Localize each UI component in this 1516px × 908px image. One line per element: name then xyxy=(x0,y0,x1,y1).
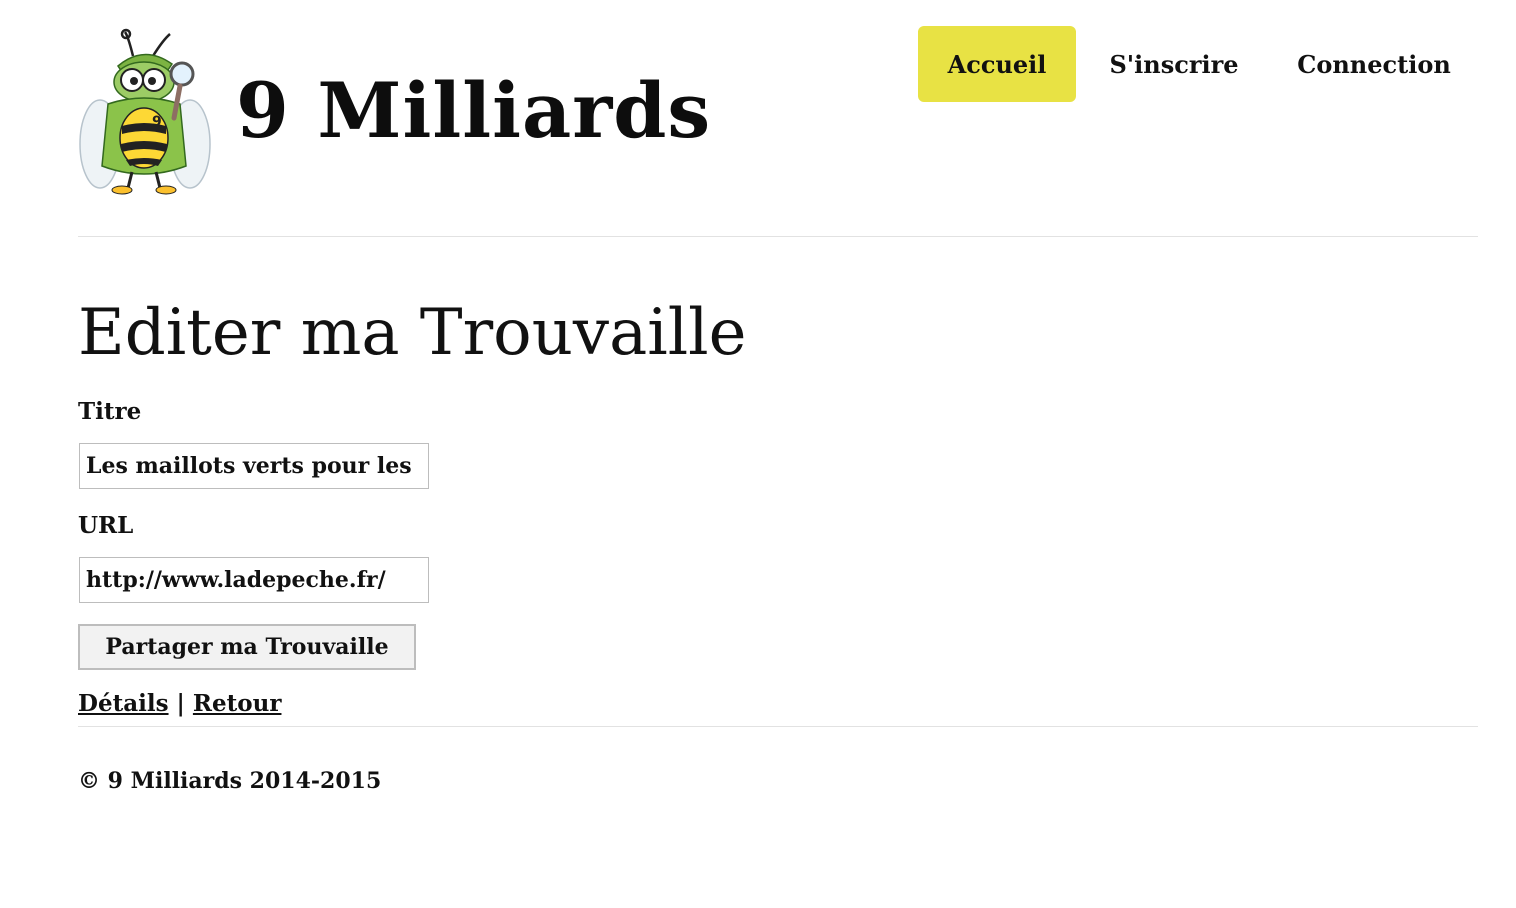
main-nav: Accueil S'inscrire Connection xyxy=(918,26,1476,102)
url-input[interactable] xyxy=(79,557,429,603)
titre-label: Titre xyxy=(78,398,142,425)
titre-input[interactable] xyxy=(79,443,429,489)
url-label: URL xyxy=(78,512,134,539)
bee-detective-logo-icon: 9 xyxy=(79,28,211,195)
header-divider xyxy=(78,236,1478,237)
retour-link[interactable]: Retour xyxy=(193,690,282,717)
svg-text:9: 9 xyxy=(152,114,162,130)
link-separator: | xyxy=(176,690,185,717)
action-links: Détails | Retour xyxy=(78,690,281,717)
page-title: Editer ma Trouvaille xyxy=(78,296,747,370)
nav-connection[interactable]: Connection xyxy=(1272,26,1476,102)
partager-button[interactable]: Partager ma Trouvaille xyxy=(78,624,416,670)
footer-copyright: © 9 Milliards 2014-2015 xyxy=(78,768,382,794)
nav-accueil[interactable]: Accueil xyxy=(918,26,1076,102)
site-title: 9 Milliards xyxy=(236,66,712,155)
nav-sinscrire[interactable]: S'inscrire xyxy=(1076,26,1272,102)
page: 9 9 Milliards Accueil S'inscrire Connect… xyxy=(0,0,1516,908)
footer-divider xyxy=(78,726,1478,727)
details-link[interactable]: Détails xyxy=(78,690,169,717)
